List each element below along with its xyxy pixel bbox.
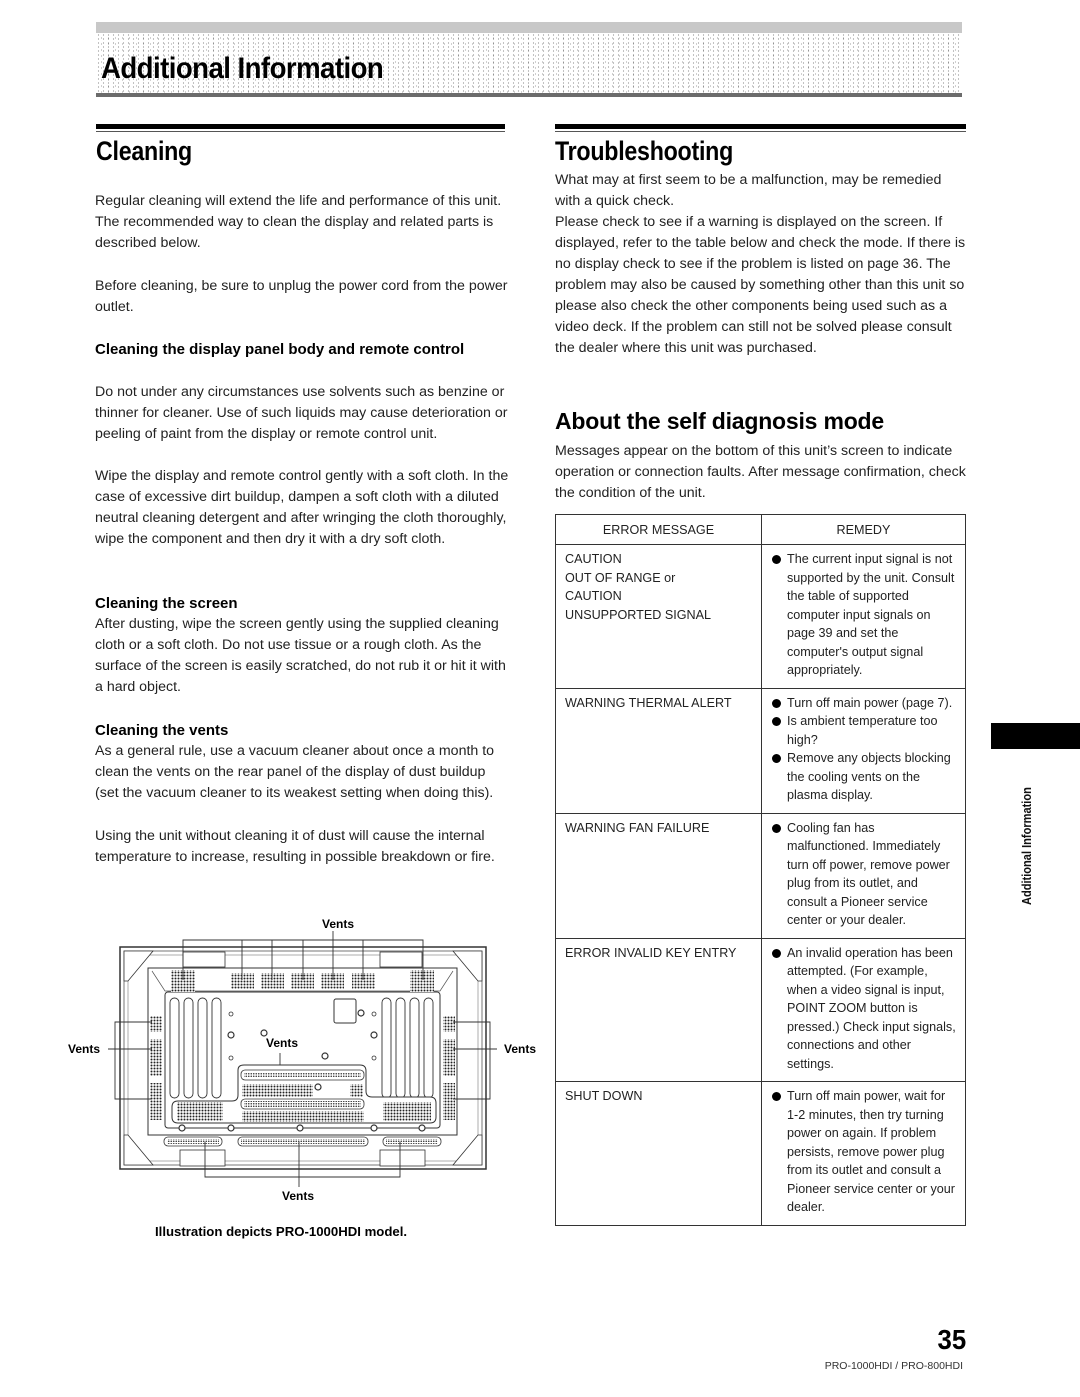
- bullet-icon: [772, 754, 781, 763]
- vents-label-bottom: Vents: [282, 1189, 315, 1203]
- screen-para: After dusting, wipe the screen gently us…: [95, 616, 506, 695]
- remedy-text: Turn off main power (page 7).: [787, 695, 953, 710]
- remedy-cell: Turn off main power (page 7). Is ambient…: [761, 687, 966, 814]
- bullet-icon: [772, 698, 781, 708]
- error-message-line: SHUT DOWN: [565, 1089, 643, 1103]
- error-message-line: WARNING THERMAL ALERT: [565, 695, 732, 710]
- subhead-display-panel: Cleaning the display panel body and remo…: [95, 341, 465, 358]
- self-diagnosis-title: About the self diagnosis mode: [555, 408, 885, 434]
- remedy-text: Turn off main power, wait for 1-2 minute…: [787, 1089, 955, 1214]
- error-message-cell: SHUT DOWN: [555, 1081, 762, 1226]
- error-message-cell: WARNING FAN FAILURE: [555, 812, 762, 939]
- remedy-cell: Cooling fan has malfunctioned. Immediate…: [761, 812, 966, 939]
- error-message-line: OUT OF RANGE or: [565, 570, 676, 585]
- banner-bottom-rule: [96, 93, 962, 97]
- column-header-remedy: REMEDY: [761, 514, 966, 545]
- remedy-cell: The current input signal is not supporte…: [761, 544, 966, 689]
- remedy-text: Cooling fan has malfunctioned. Immediate…: [787, 820, 950, 928]
- banner-top-band: [96, 22, 962, 33]
- rear-panel-illustration: Vents Vents Vents Vents Vents: [60, 905, 550, 1215]
- rear-panel-drawing: [108, 931, 497, 1187]
- troubleshooting-para-2: Please check to see if a warning is disp…: [555, 214, 966, 356]
- table-row: WARNING THERMAL ALERT Turn off main powe…: [555, 687, 966, 814]
- vents-label-center: Vents: [266, 1036, 299, 1050]
- table-row: CAUTION OUT OF RANGE or CAUTION UNSUPPOR…: [555, 544, 966, 689]
- error-message-table: ERROR MESSAGE REMEDY CAUTION OUT OF RANG…: [555, 514, 966, 1226]
- cleaning-section-rule: [96, 124, 505, 133]
- vents-label-left: Vents: [68, 1042, 101, 1056]
- error-message-line: WARNING FAN FAILURE: [565, 820, 710, 835]
- error-message-line: CAUTION: [565, 552, 622, 566]
- subhead-screen: Cleaning the screen: [95, 595, 238, 612]
- model-footer: PRO-1000HDI / PRO-800HDI: [824, 1360, 963, 1372]
- troubleshooting-para-1: What may at first seem to be a malfuncti…: [555, 172, 942, 209]
- bullet-icon: [772, 1092, 781, 1101]
- table-row: WARNING FAN FAILURE Cooling fan has malf…: [555, 812, 966, 939]
- illustration-caption: Illustration depicts PRO-1000HDI model.: [155, 1224, 408, 1239]
- display-panel-para-1: Do not under any circumstances use solve…: [95, 384, 508, 442]
- troubleshooting-title: Troubleshooting: [555, 136, 734, 166]
- vents-label-right: Vents: [504, 1042, 537, 1056]
- cleaning-title: Cleaning: [96, 136, 192, 166]
- bullet-icon: [772, 717, 781, 726]
- remedy-item: Cooling fan has malfunctioned. Immediate…: [772, 819, 959, 930]
- bullet-icon: [772, 948, 781, 958]
- table-row: SHUT DOWN Turn off main power, wait for …: [555, 1081, 966, 1226]
- remedy-text: An invalid operation has been attempted.…: [787, 945, 956, 1071]
- vents-para-1: As a general rule, use a vacuum cleaner …: [95, 743, 495, 801]
- remedy-cell: Turn off main power, wait for 1-2 minute…: [761, 1081, 966, 1226]
- remedy-item: Turn off main power (page 7).: [772, 694, 959, 713]
- remedy-text: Is ambient temperature too high?: [787, 714, 938, 747]
- self-diagnosis-intro: Messages appear on the bottom of this un…: [555, 443, 966, 501]
- error-message-cell: ERROR INVALID KEY ENTRY: [555, 937, 762, 1082]
- chapter-banner: Additional Information: [96, 22, 962, 98]
- chapter-side-tab: [991, 723, 1080, 749]
- table-row: ERROR INVALID KEY ENTRY An invalid opera…: [555, 937, 966, 1082]
- remedy-cell: An invalid operation has been attempted.…: [761, 937, 966, 1082]
- error-message-line: CAUTION: [565, 589, 622, 603]
- cleaning-intro: Regular cleaning will extend the life an…: [95, 193, 502, 251]
- page-number: 35: [937, 1324, 966, 1355]
- remedy-item: Remove any objects blocking the cooling …: [772, 749, 959, 805]
- error-message-cell: WARNING THERMAL ALERT: [555, 687, 762, 814]
- display-panel-para-2: Wipe the display and remote control gent…: [95, 468, 509, 547]
- subhead-vents: Cleaning the vents: [95, 722, 229, 739]
- chapter-side-label: Additional Information: [1019, 787, 1034, 905]
- remedy-item: An invalid operation has been attempted.…: [772, 944, 959, 1074]
- remedy-item: Is ambient temperature too high?: [772, 712, 959, 749]
- bullet-icon: [772, 555, 781, 564]
- table-header-row: ERROR MESSAGE REMEDY: [555, 514, 966, 545]
- remedy-item: Turn off main power, wait for 1-2 minute…: [772, 1087, 959, 1217]
- cleaning-unplug-note: Before cleaning, be sure to unplug the p…: [95, 278, 508, 315]
- vents-para-2: Using the unit without cleaning it of du…: [95, 828, 495, 865]
- error-message-line: UNSUPPORTED SIGNAL: [565, 607, 712, 622]
- troubleshooting-section-rule: [555, 124, 966, 133]
- remedy-item: The current input signal is not supporte…: [772, 550, 959, 680]
- bullet-icon: [772, 823, 781, 833]
- remedy-text: Remove any objects blocking the cooling …: [787, 751, 951, 802]
- remedy-text: The current input signal is not supporte…: [787, 552, 955, 677]
- vents-label-top: Vents: [322, 917, 355, 931]
- chapter-title: Additional Information: [101, 52, 384, 85]
- column-header-error-message: ERROR MESSAGE: [555, 514, 762, 545]
- error-message-line: ERROR INVALID KEY ENTRY: [565, 945, 737, 960]
- error-message-cell: CAUTION OUT OF RANGE or CAUTION UNSUPPOR…: [555, 544, 762, 689]
